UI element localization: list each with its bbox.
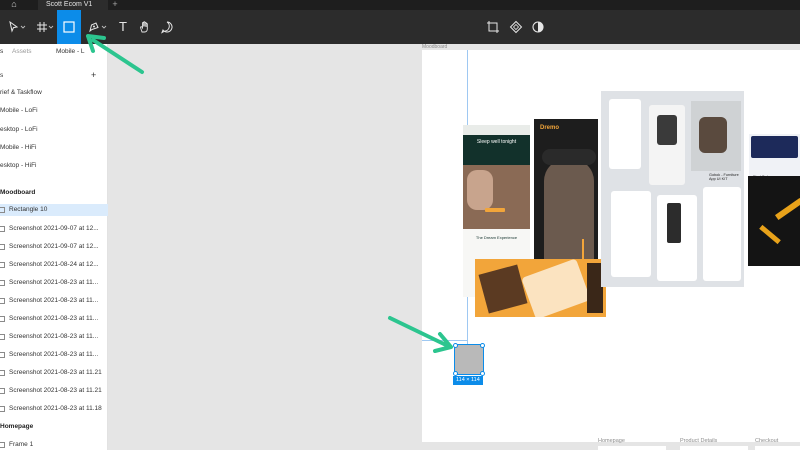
rectangle-tool-icon: [63, 21, 75, 33]
move-tool-button[interactable]: [6, 16, 28, 38]
component-icon: [509, 20, 523, 34]
page-switcher[interactable]: Mobile - L: [56, 48, 85, 55]
mockup-phone-e: [703, 187, 741, 281]
mockup-armchair: [699, 117, 727, 153]
mockup-chair: [657, 115, 677, 145]
frame-layer-icon: [0, 442, 5, 448]
mockup-kit-title: Gobok - Furniture App UI KIT: [709, 173, 739, 181]
mockup-bottle: [667, 203, 681, 243]
frame-checkout[interactable]: [755, 446, 800, 450]
screenshot-dark-poster[interactable]: [748, 176, 800, 266]
page-item[interactable]: esktop - HiFi: [0, 162, 108, 172]
image-layer-icon: [0, 334, 5, 340]
image-layer-icon: [0, 262, 5, 268]
move-tool-icon: [9, 20, 26, 33]
file-tab[interactable]: Scott Ecom V1: [38, 0, 108, 10]
page-item[interactable]: rief & Taskflow: [0, 89, 108, 99]
image-layer-icon: [0, 316, 5, 322]
image-layer-icon: [0, 226, 5, 232]
page-item[interactable]: Mobile - LoFi: [0, 107, 108, 117]
rectangle-tool-button[interactable]: [57, 10, 81, 44]
new-tab-button[interactable]: +: [110, 0, 120, 10]
hand-tool-icon: [140, 21, 148, 33]
selection-size-badge: 114 × 114: [453, 376, 483, 385]
page-item[interactable]: esktop - LoFi: [0, 126, 108, 136]
layer-item[interactable]: Screenshot 2021-08-23 at 11.18: [0, 405, 108, 415]
mockup-headline: Sleep well tonight: [476, 139, 517, 145]
image-layer-icon: [0, 370, 5, 376]
panel-tabs: s Assets Mobile - L: [0, 44, 108, 60]
frame-product-details[interactable]: [680, 446, 748, 450]
screenshot-furniture-app-kit[interactable]: Gobok - Furniture App UI KIT: [601, 91, 744, 287]
mockup-phone-c: [611, 191, 651, 277]
mockup-header: [463, 125, 530, 135]
layers-panel: s Assets Mobile - L s + rief & Taskflow …: [0, 44, 108, 450]
mockup-accent-1: [774, 197, 800, 221]
smart-guide-horizontal: [422, 340, 468, 341]
frame-tool-button[interactable]: [34, 16, 56, 38]
toolbar: T: [0, 10, 800, 44]
pen-tool-icon: [89, 22, 107, 33]
image-layer-icon: [0, 388, 5, 394]
layer-item[interactable]: Screenshot 2021-08-23 at 11.21: [0, 369, 108, 379]
mockup-banner: [751, 136, 798, 158]
mockup-subhead: The Dream Experience: [475, 235, 518, 240]
layer-item[interactable]: Screenshot 2021-08-23 at 11...: [0, 279, 108, 289]
home-icon[interactable]: ⌂: [8, 0, 20, 10]
tab-layers[interactable]: s: [0, 48, 3, 55]
contrast-icon: [532, 21, 544, 33]
layer-item[interactable]: Screenshot 2021-08-24 at 12...: [0, 261, 108, 271]
pen-tool-button[interactable]: [86, 16, 110, 38]
layer-frame-1[interactable]: Frame 1: [0, 441, 108, 450]
resize-handle-top-left[interactable]: [453, 343, 458, 348]
image-layer-icon: [0, 406, 5, 412]
rectangle-layer-icon: [0, 207, 5, 213]
theme-toggle-button[interactable]: [530, 16, 546, 38]
image-layer-icon: [0, 244, 5, 250]
layer-section-homepage[interactable]: Homepage: [0, 423, 108, 433]
mockup-phone-a: [609, 99, 641, 169]
frame-label-homepage[interactable]: Homepage: [598, 438, 625, 444]
mockup-headband: [542, 149, 596, 165]
image-layer-icon: [0, 298, 5, 304]
mockup-brand: Dremo: [540, 125, 560, 131]
figma-app: ⌂ Scott Ecom V1 + T s Assets Mobile - L …: [0, 0, 800, 450]
canvas[interactable]: Moodboard Sleep well tonight The Dream E…: [108, 44, 800, 450]
layer-item[interactable]: Screenshot 2021-08-23 at 11...: [0, 333, 108, 343]
crop-icon: [487, 21, 499, 33]
component-button[interactable]: [508, 16, 524, 38]
layer-item[interactable]: Screenshot 2021-09-07 at 12...: [0, 243, 108, 253]
layer-item[interactable]: Screenshot 2021-08-23 at 11.21: [0, 387, 108, 397]
tab-bar: ⌂ Scott Ecom V1 +: [0, 0, 800, 10]
mockup-phone: [521, 259, 591, 317]
layer-item[interactable]: Screenshot 2021-09-07 at 12...: [0, 225, 108, 235]
layer-item[interactable]: Screenshot 2021-08-23 at 11...: [0, 351, 108, 361]
layer-item[interactable]: Screenshot 2021-08-23 at 11...: [0, 297, 108, 307]
frame-tool-icon: [37, 22, 54, 32]
image-layer-icon: [0, 280, 5, 286]
mockup-face: [467, 170, 493, 210]
layer-item[interactable]: Screenshot 2021-08-23 at 11...: [0, 315, 108, 325]
frame-label-checkout[interactable]: Checkout: [755, 438, 778, 444]
frame-label-product-details[interactable]: Product Details: [680, 438, 717, 444]
crop-button[interactable]: [485, 16, 501, 38]
add-page-button[interactable]: +: [91, 71, 96, 80]
mockup-tablet: [478, 264, 528, 314]
tab-assets[interactable]: Assets: [12, 48, 32, 55]
text-tool-button[interactable]: T: [115, 16, 131, 38]
mockup-cta: [485, 208, 505, 212]
selected-rectangle-10[interactable]: [454, 344, 484, 375]
pages-label: s: [0, 72, 4, 79]
layer-rectangle-10[interactable]: Rectangle 10: [0, 204, 108, 216]
hand-tool-button[interactable]: [137, 16, 153, 38]
comment-tool-button[interactable]: [159, 16, 175, 38]
image-layer-icon: [0, 352, 5, 358]
comment-tool-icon: [161, 21, 173, 34]
layer-section-moodboard[interactable]: Moodboard: [0, 189, 108, 199]
page-item[interactable]: Mobile - HiFi: [0, 144, 108, 154]
resize-handle-top-right[interactable]: [480, 343, 485, 348]
screenshot-device-showcase[interactable]: [475, 259, 606, 317]
frame-homepage[interactable]: [598, 446, 666, 450]
mockup-accent-2: [759, 224, 781, 245]
